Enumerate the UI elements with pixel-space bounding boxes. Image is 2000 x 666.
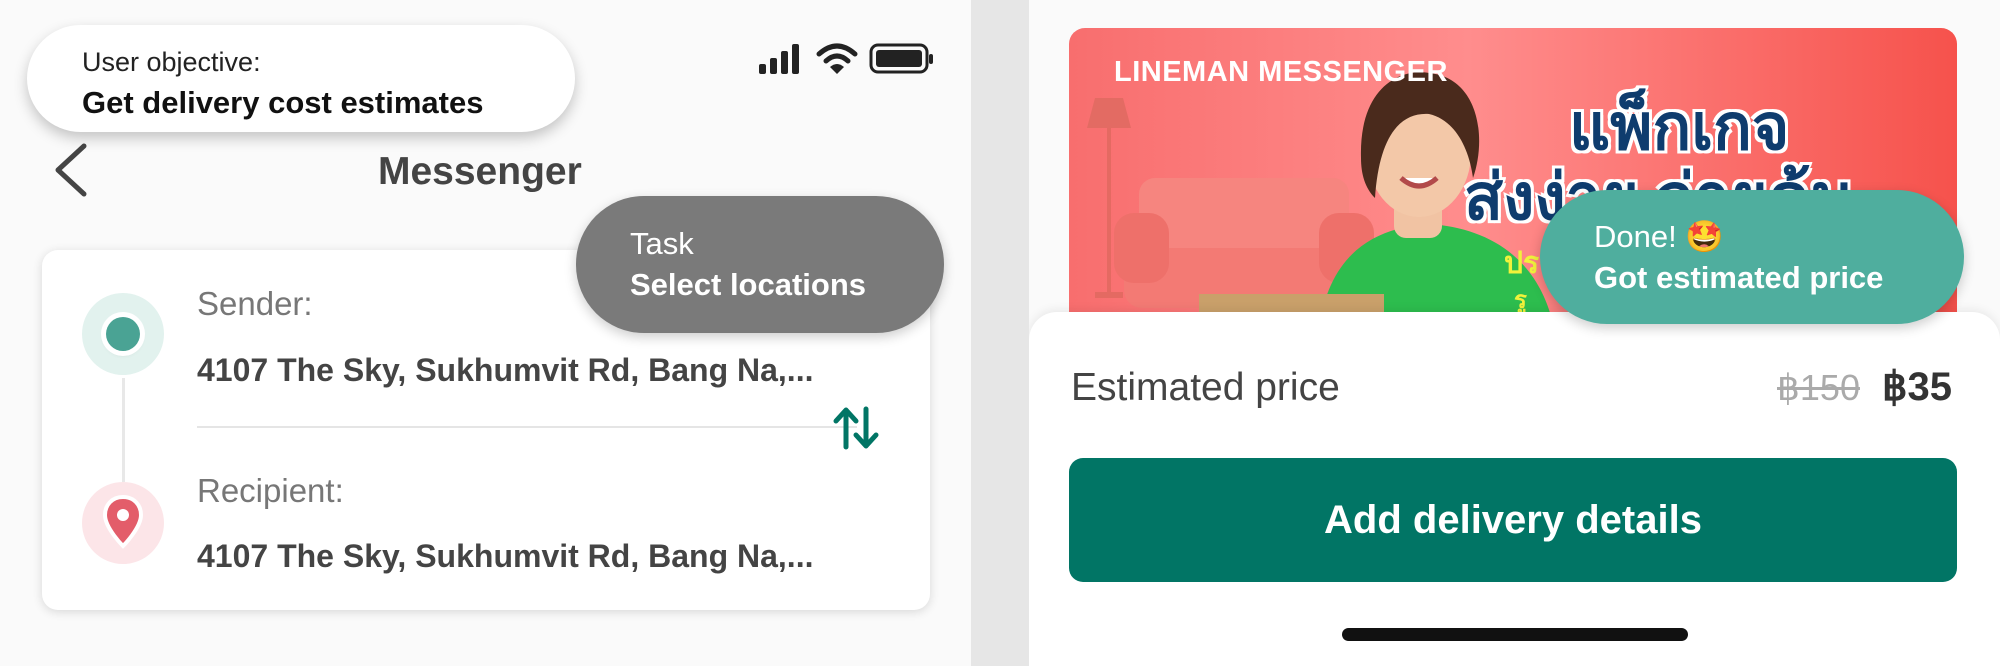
recipient-address[interactable]: 4107 The Sky, Sukhumvit Rd, Bang Na,... xyxy=(197,538,813,575)
add-delivery-details-button[interactable]: Add delivery details xyxy=(1069,458,1957,582)
page-title: Messenger xyxy=(378,150,582,193)
swap-locations-button[interactable] xyxy=(832,405,880,451)
banner-brand: LINEMAN MESSENGER xyxy=(1114,56,1448,88)
wifi-icon xyxy=(816,43,858,74)
estimated-price-label: Estimated price xyxy=(1071,366,1340,409)
battery-icon xyxy=(869,43,933,74)
sender-dot-icon xyxy=(106,317,140,351)
task-bubble: Task Select locations xyxy=(576,196,944,333)
sender-address[interactable]: 4107 The Sky, Sukhumvit Rd, Bang Na,... xyxy=(197,352,813,389)
recipient-label: Recipient: xyxy=(197,472,344,509)
back-button[interactable] xyxy=(50,140,92,200)
done-label: Done! 🤩 xyxy=(1594,219,1724,254)
swap-vertical-icon xyxy=(833,406,879,450)
task-text: Select locations xyxy=(630,267,867,302)
chevron-left-icon xyxy=(55,143,87,197)
original-price: ฿150 xyxy=(1777,367,1860,408)
route-connector xyxy=(122,378,125,482)
done-text: Got estimated price xyxy=(1594,260,1884,295)
status-bar xyxy=(757,42,935,76)
sender-label: Sender: xyxy=(197,285,313,322)
home-indicator[interactable] xyxy=(1342,628,1688,641)
user-objective-bubble: User objective: Get delivery cost estima… xyxy=(27,25,575,132)
svg-text:ปร: ปร xyxy=(1504,247,1539,280)
divider xyxy=(197,426,857,428)
right-screen: ปร รู LINEMAN MESSENGER แพ็กเกจ ส่งง่าย … xyxy=(1029,0,2000,666)
objective-label: User objective: xyxy=(82,47,261,77)
price-sheet: Estimated price ฿150 ฿35 Add delivery de… xyxy=(1029,312,2000,666)
svg-text:รู: รู xyxy=(1514,287,1527,315)
location-pin-icon xyxy=(102,494,144,549)
task-label: Task xyxy=(630,226,694,261)
discounted-price: ฿35 xyxy=(1882,365,1952,409)
recipient-marker xyxy=(82,482,164,564)
done-bubble: Done! 🤩 Got estimated price xyxy=(1540,190,1964,324)
objective-text: Get delivery cost estimates xyxy=(82,85,484,120)
sender-marker xyxy=(82,293,164,375)
